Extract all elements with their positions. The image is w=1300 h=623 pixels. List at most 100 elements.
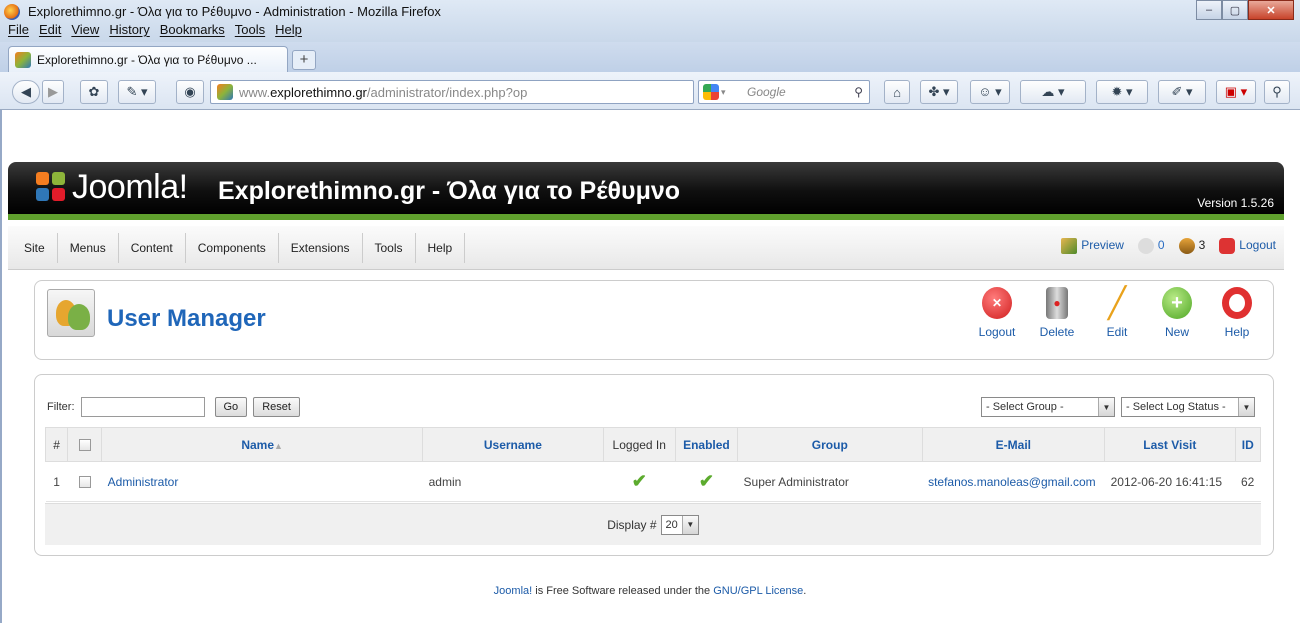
message-icon [1137,238,1154,254]
joomla-logo-icon [36,172,68,204]
user-last-visit: 2012-06-20 16:41:15 [1104,461,1235,502]
addon-button-1[interactable]: ✿ [80,80,108,104]
admin-status: Preview 0 3 Logout [1061,238,1276,254]
col-enabled[interactable]: Enabled [674,427,739,462]
new-tab-button[interactable]: + [292,50,316,70]
plus-icon: + [1162,287,1192,319]
delete-button[interactable]: ● Delete [1027,287,1087,339]
admin-menu-site[interactable]: Site [12,233,58,263]
addon-button-4[interactable]: ☺ ▾ [970,80,1010,104]
delete-label: Delete [1039,325,1075,339]
admin-menu-tools[interactable]: Tools [363,233,416,263]
log-status-select-value: - Select Log Status - [1126,401,1226,413]
addon-button-5[interactable]: ☁ ▾ [1020,80,1086,104]
minimize-button[interactable]: – [1196,0,1222,20]
filter-input[interactable] [80,397,205,417]
user-list-panel: Filter: Go Reset - Select Group - ▼ - Se… [34,374,1274,556]
menu-help[interactable]: Help [275,22,302,42]
search-engine-dropdown-icon[interactable]: ▾ [721,81,726,103]
new-label: New [1164,325,1189,339]
admin-menu-content[interactable]: Content [119,233,186,263]
select-all-checkbox[interactable] [78,439,91,452]
addon-button-3[interactable]: ✤ ▾ [920,80,958,104]
row-select [67,461,102,502]
go-button[interactable]: Go [214,397,248,417]
window-titlebar: Explorethimno.gr - Όλα για το Ρέθυμνο - … [0,0,1300,42]
zoom-button[interactable]: ⚲ [1264,80,1290,104]
footer-end: . [803,585,807,597]
col-last-visit[interactable]: Last Visit [1104,427,1236,462]
user-email-link[interactable]: stefanos.manoleas@gmail.com [922,461,1105,502]
menu-tools[interactable]: Tools [235,22,265,42]
close-button[interactable]: ✕ [1248,0,1294,20]
logout-link[interactable]: Logout [1219,238,1276,254]
col-id[interactable]: ID [1234,427,1261,462]
admin-menu-extensions[interactable]: Extensions [279,233,363,263]
col-name[interactable]: Name▲ [101,427,424,462]
url-domain: explorethimno.gr [270,84,367,100]
preview-icon [1061,238,1078,254]
browser-tab[interactable]: Explorethimno.gr - Όλα για το Ρέθυμνο ..… [8,46,288,72]
table-header-row: # Name▲ Username Logged In Enabled Group… [44,427,1261,462]
pagination: Display # 20 ▼ [45,503,1261,545]
forward-arrow-icon: ▶ [48,84,58,99]
maximize-button[interactable]: ▢ [1222,0,1248,20]
back-button[interactable]: ◀ [12,80,40,104]
admin-menu-menus[interactable]: Menus [58,233,119,263]
menu-edit[interactable]: Edit [39,22,61,42]
display-limit-select[interactable]: 20 ▼ [660,514,699,535]
col-group[interactable]: Group [737,427,923,462]
search-icon[interactable]: ⚲ [854,81,863,103]
chevron-down-icon: ▼ [681,515,698,534]
menu-file[interactable]: File [8,22,29,42]
forward-button[interactable]: ▶ [42,80,64,104]
youtube-icon: ▣ ▾ [1224,84,1248,99]
col-email[interactable]: E-Mail [921,427,1106,462]
admin-menu: Site Menus Content Components Extensions… [8,226,1284,270]
search-bar[interactable]: ▾ Google ⚲ [698,80,870,104]
addon-icon: ✿ [88,84,100,99]
page-toolbar: User Manager ✕ Logout ● Delete ╱ Edit + … [34,280,1274,360]
footer: Joomla! is Free Software released under … [0,585,1300,597]
pencil-button[interactable]: ✎ ▾ [118,80,156,104]
menu-bookmarks[interactable]: Bookmarks [160,22,225,42]
menu-history[interactable]: History [109,22,149,42]
addon-button-6[interactable]: ✹ ▾ [1096,80,1148,104]
messages-count[interactable]: 0 [1137,238,1165,254]
row-checkbox[interactable] [78,476,91,489]
row-num: 1 [45,461,68,502]
address-bar[interactable]: www. explorethimno.gr/administrator/index… [210,80,694,104]
users-online-count[interactable]: 3 [1178,238,1205,254]
addon-button-7[interactable]: ✐ ▾ [1158,80,1206,104]
group-select[interactable]: - Select Group - ▼ [981,397,1115,417]
tools-icon: ✐ ▾ [1171,84,1193,99]
license-link[interactable]: GNU/GPL License [713,585,803,597]
extension-icon: ✤ ▾ [928,84,950,99]
logout-button[interactable]: ✕ Logout [967,287,1027,339]
smiley-icon: ☺ ▾ [978,84,1002,99]
admin-menu-components[interactable]: Components [186,233,279,263]
help-button[interactable]: Help [1207,287,1267,339]
help-label: Help [1224,325,1250,339]
site-title: Explorethimno.gr - Όλα για το Ρέθυμνο [218,177,681,205]
enabled-check-icon[interactable]: ✔ [699,471,714,491]
youtube-button[interactable]: ▣ ▾ [1216,80,1256,104]
home-button[interactable]: ⌂ [884,80,910,104]
preview-link[interactable]: Preview [1061,238,1124,254]
log-status-select[interactable]: - Select Log Status - ▼ [1121,397,1255,417]
joomla-link[interactable]: Joomla! [494,585,533,597]
display-limit-value: 20 [665,518,678,531]
col-username[interactable]: Username [422,427,604,462]
reset-button[interactable]: Reset [253,397,300,417]
home-icon: ⌂ [893,84,901,100]
menu-view[interactable]: View [71,22,99,42]
edit-button[interactable]: ╱ Edit [1087,287,1147,340]
lifebuoy-icon [1222,287,1252,319]
user-name-link[interactable]: Administrator [101,461,423,502]
url-path: /administrator/index.php?op [366,84,528,100]
admin-menu-help[interactable]: Help [416,233,466,263]
addon-button-2[interactable]: ◉ [176,80,204,104]
chevron-down-icon: ▼ [1098,398,1114,416]
new-button[interactable]: + New [1147,287,1207,339]
filter-row: Filter: Go Reset [47,397,300,417]
